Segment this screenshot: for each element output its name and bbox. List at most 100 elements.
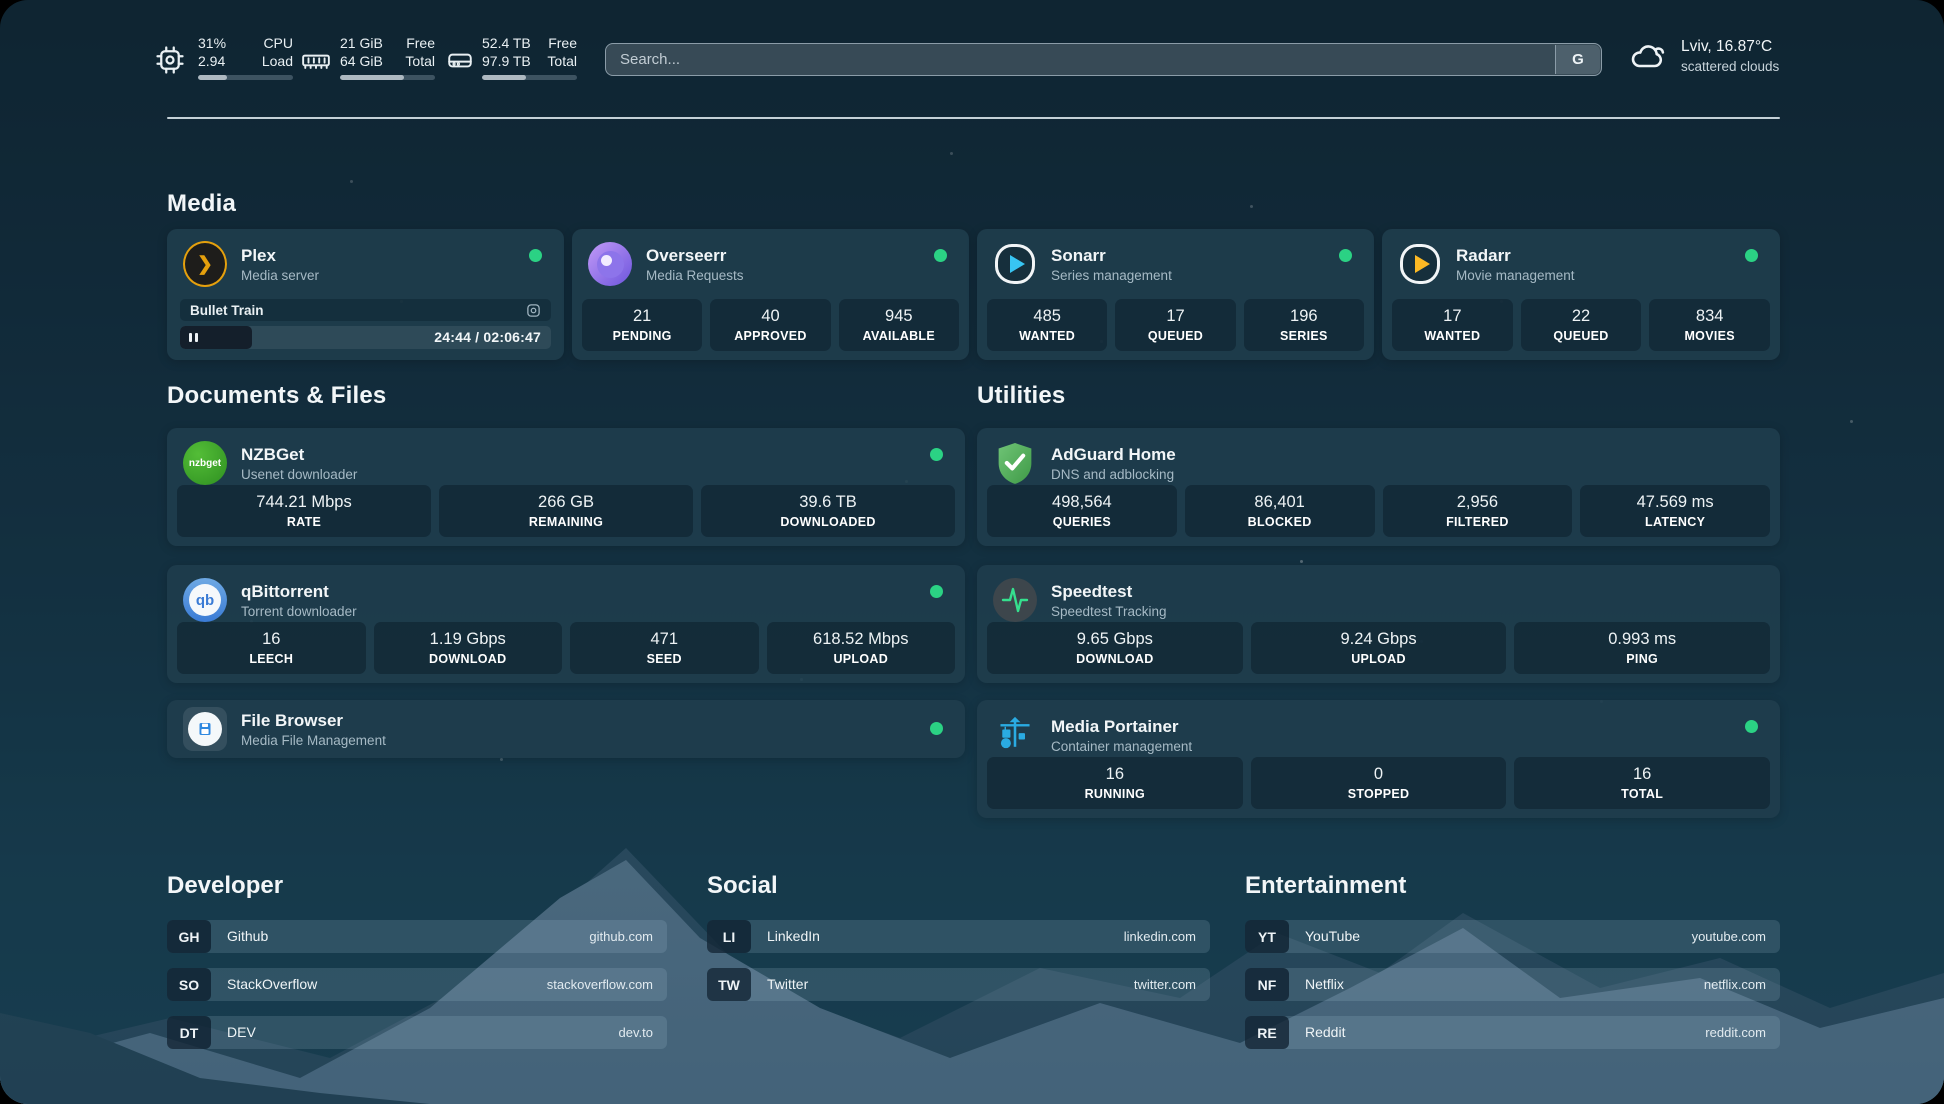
card-title: Overseerr bbox=[646, 245, 744, 266]
card-radarr[interactable]: Radarr Movie management 17WANTED 22QUEUE… bbox=[1382, 229, 1780, 360]
bookmark-abbr: SO bbox=[167, 968, 211, 1001]
stat-value: 16 bbox=[262, 630, 280, 649]
stat-box: 16RUNNING bbox=[987, 757, 1243, 809]
stat-value: 1.19 Gbps bbox=[430, 630, 506, 649]
ram-stats: 21 GiB64 GiB FreeTotal bbox=[340, 34, 435, 70]
stat-box: 9.65 Gbps DOWNLOAD bbox=[987, 622, 1243, 674]
stat-label: STOPPED bbox=[1348, 787, 1410, 801]
stat-value: 471 bbox=[650, 630, 678, 649]
stat-box: 744.21 MbpsRATE bbox=[177, 485, 431, 537]
stat-label: SERIES bbox=[1280, 329, 1328, 343]
card-subtitle: Media File Management bbox=[241, 732, 386, 749]
search-engine-button[interactable]: G bbox=[1555, 45, 1600, 74]
stat-value: 0.993 ms bbox=[1608, 630, 1676, 649]
bookmark-url: linkedin.com bbox=[1124, 929, 1196, 944]
card-overseerr[interactable]: Overseerr Media Requests 21PENDING 40APP… bbox=[572, 229, 969, 360]
plex-icon: ❯ bbox=[183, 242, 227, 286]
stat-box: 86,401BLOCKED bbox=[1185, 485, 1375, 537]
stat-value: 17 bbox=[1443, 307, 1461, 326]
bookmark-name: Github bbox=[227, 928, 268, 944]
section-title-developer: Developer bbox=[167, 872, 667, 900]
weather-widget[interactable]: Lviv, 16.87°C scattered clouds bbox=[1627, 38, 1779, 74]
ram-free-value: 21 GiB bbox=[340, 35, 383, 51]
stat-label: LEECH bbox=[249, 652, 293, 666]
weather-condition: scattered clouds bbox=[1681, 59, 1779, 74]
stat-value: 17 bbox=[1166, 307, 1184, 326]
card-title: Media Portainer bbox=[1051, 716, 1192, 737]
playback-progress-bar[interactable]: 24:44 / 02:06:47 bbox=[180, 326, 551, 349]
stat-box: 1.19 GbpsDOWNLOAD bbox=[374, 622, 563, 674]
bookmark-abbr: TW bbox=[707, 968, 751, 1001]
bookmark-github[interactable]: GH Github github.com bbox=[167, 920, 667, 953]
stat-label: QUEUED bbox=[1148, 329, 1203, 343]
bookmark-reddit[interactable]: RE Reddit reddit.com bbox=[1245, 1016, 1780, 1049]
stat-box: 16TOTAL bbox=[1514, 757, 1770, 809]
stat-box: 618.52 Mbps UPLOAD bbox=[767, 622, 956, 674]
cpu-label: CPU bbox=[263, 35, 293, 51]
stat-label: DOWNLOAD bbox=[1076, 652, 1153, 666]
disk-total-value: 97.9 TB bbox=[482, 53, 531, 69]
card-portainer[interactable]: Media Portainer Container management 16R… bbox=[977, 700, 1780, 818]
card-subtitle: Torrent downloader bbox=[241, 603, 357, 620]
stat-label: UPLOAD bbox=[1351, 652, 1406, 666]
bookmark-name: DEV bbox=[227, 1024, 256, 1040]
stat-value: 485 bbox=[1033, 307, 1061, 326]
stat-label: SEED bbox=[647, 652, 682, 666]
disk-progress-bar bbox=[482, 75, 577, 80]
bookmark-youtube[interactable]: YT YouTube youtube.com bbox=[1245, 920, 1780, 953]
stat-box: 0.993 msPING bbox=[1514, 622, 1770, 674]
stat-box: 485WANTED bbox=[987, 299, 1107, 351]
bookmark-netflix[interactable]: NF Netflix netflix.com bbox=[1245, 968, 1780, 1001]
card-qbittorrent[interactable]: qb qBittorrent Torrent downloader 16LEEC… bbox=[167, 565, 965, 683]
bookmark-abbr: LI bbox=[707, 920, 751, 953]
stat-label: RUNNING bbox=[1085, 787, 1145, 801]
card-plex[interactable]: ❯ Plex Media server Bullet Train 24:44 /… bbox=[167, 229, 564, 360]
status-dot bbox=[934, 249, 947, 262]
search-input[interactable] bbox=[606, 44, 1564, 75]
bookmark-dev[interactable]: DT DEV dev.to bbox=[167, 1016, 667, 1049]
card-adguard[interactable]: AdGuard Home DNS and adblocking 498,564Q… bbox=[977, 428, 1780, 546]
card-title: NZBGet bbox=[241, 444, 357, 465]
status-dot bbox=[1745, 720, 1758, 733]
stat-box: 40APPROVED bbox=[710, 299, 830, 351]
pause-icon[interactable] bbox=[189, 333, 198, 342]
bookmark-linkedin[interactable]: LI LinkedIn linkedin.com bbox=[707, 920, 1210, 953]
ram-total-value: 64 GiB bbox=[340, 53, 383, 69]
sonarr-icon bbox=[993, 242, 1037, 286]
status-dot bbox=[930, 448, 943, 461]
bookmark-abbr: GH bbox=[167, 920, 211, 953]
cpu-load-label: Load bbox=[262, 53, 293, 69]
disk-total-label: Total bbox=[547, 53, 577, 69]
card-nzbget[interactable]: nzbget NZBGet Usenet downloader 744.21 M… bbox=[167, 428, 965, 546]
stat-box: 22QUEUED bbox=[1521, 299, 1642, 351]
stat-label: PENDING bbox=[613, 329, 672, 343]
stat-box: 945AVAILABLE bbox=[839, 299, 959, 351]
stat-value: 618.52 Mbps bbox=[813, 630, 908, 649]
cpu-load-value: 2.94 bbox=[198, 53, 225, 69]
stat-value: 9.65 Gbps bbox=[1077, 630, 1153, 649]
stat-box: 17WANTED bbox=[1392, 299, 1513, 351]
bookmark-abbr: NF bbox=[1245, 968, 1289, 1001]
card-filebrowser[interactable]: File Browser Media File Management bbox=[167, 700, 965, 758]
stat-box: 9.24 GbpsUPLOAD bbox=[1251, 622, 1507, 674]
stat-box: 39.6 TBDOWNLOADED bbox=[701, 485, 955, 537]
top-bar: 31%2.94 CPULoad 21 GiB64 GiB FreeTotal 5… bbox=[155, 28, 1785, 94]
stat-value: 834 bbox=[1696, 307, 1724, 326]
card-sonarr[interactable]: Sonarr Series management 485WANTED 17QUE… bbox=[977, 229, 1374, 360]
qbittorrent-icon: qb bbox=[183, 578, 227, 622]
bookmark-url: netflix.com bbox=[1704, 977, 1766, 992]
stat-label: QUEUED bbox=[1553, 329, 1608, 343]
bookmark-twitter[interactable]: TW Twitter twitter.com bbox=[707, 968, 1210, 1001]
stat-box: 266 GBREMAINING bbox=[439, 485, 693, 537]
cpu-icon bbox=[155, 45, 185, 75]
stat-label: UPLOAD bbox=[833, 652, 888, 666]
stat-label: TOTAL bbox=[1621, 787, 1663, 801]
section-title-social: Social bbox=[707, 872, 1210, 900]
bookmark-url: dev.to bbox=[619, 1025, 653, 1040]
bookmark-stackoverflow[interactable]: SO StackOverflow stackoverflow.com bbox=[167, 968, 667, 1001]
stat-box: 0STOPPED bbox=[1251, 757, 1507, 809]
disk-stats: 52.4 TB97.9 TB FreeTotal bbox=[482, 34, 577, 70]
card-subtitle: Movie management bbox=[1456, 267, 1575, 284]
card-speedtest[interactable]: Speedtest Speedtest Tracking 9.65 GbpsDO… bbox=[977, 565, 1780, 683]
card-subtitle: Container management bbox=[1051, 738, 1192, 755]
